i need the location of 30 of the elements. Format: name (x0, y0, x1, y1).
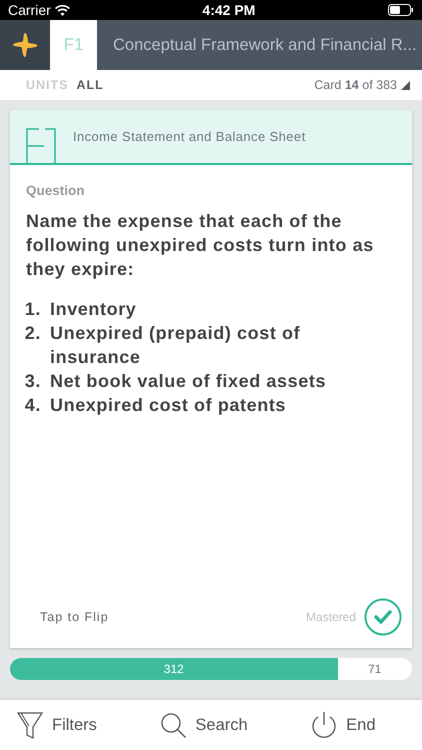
power-icon (310, 711, 338, 739)
progress-fill: 312 (10, 658, 338, 680)
carrier-name: Carrier (8, 0, 51, 20)
search-icon (159, 711, 188, 739)
list-item: 1. Inventory (24, 298, 138, 322)
flip-hint: Tap to Flip (40, 608, 109, 626)
page-title: Conceptual Framework and Financial R... (112, 34, 417, 56)
dropdown-icon[interactable] (401, 80, 410, 90)
check-circle-button[interactable] (364, 598, 402, 636)
list-item: 4. Unexpired cost of patents (24, 394, 288, 418)
section-label: Question (25, 182, 86, 200)
toolbar-button[interactable]: Search (143, 710, 294, 740)
wifi-icon (54, 4, 70, 16)
list-item: 3. Net book value of fixed assets (24, 370, 328, 394)
mastered-label: Mastered (306, 609, 356, 626)
remaining-count: 71 (367, 661, 382, 678)
filter-value[interactable]: ALL (76, 76, 104, 94)
question-text: Name the expense that each of the following unexpired costs turn into as they expire: (25, 210, 375, 282)
plus-icon (12, 32, 38, 58)
card-icon (26, 128, 56, 163)
status-time: 4:42 PM (202, 0, 256, 20)
card-counter: Card 14 of 383 (314, 76, 397, 94)
card-topic: Income Statement and Balance Sheet (72, 128, 306, 146)
toolbar-button[interactable]: Filters (0, 710, 144, 740)
list-item: 2. Unexpired (prepaid) cost of insurance (24, 322, 302, 370)
add-button[interactable] (0, 20, 50, 70)
filter-icon (16, 711, 44, 739)
toolbar-button[interactable]: End (294, 710, 422, 740)
battery-icon (388, 4, 414, 16)
flashcard[interactable] (10, 110, 412, 648)
